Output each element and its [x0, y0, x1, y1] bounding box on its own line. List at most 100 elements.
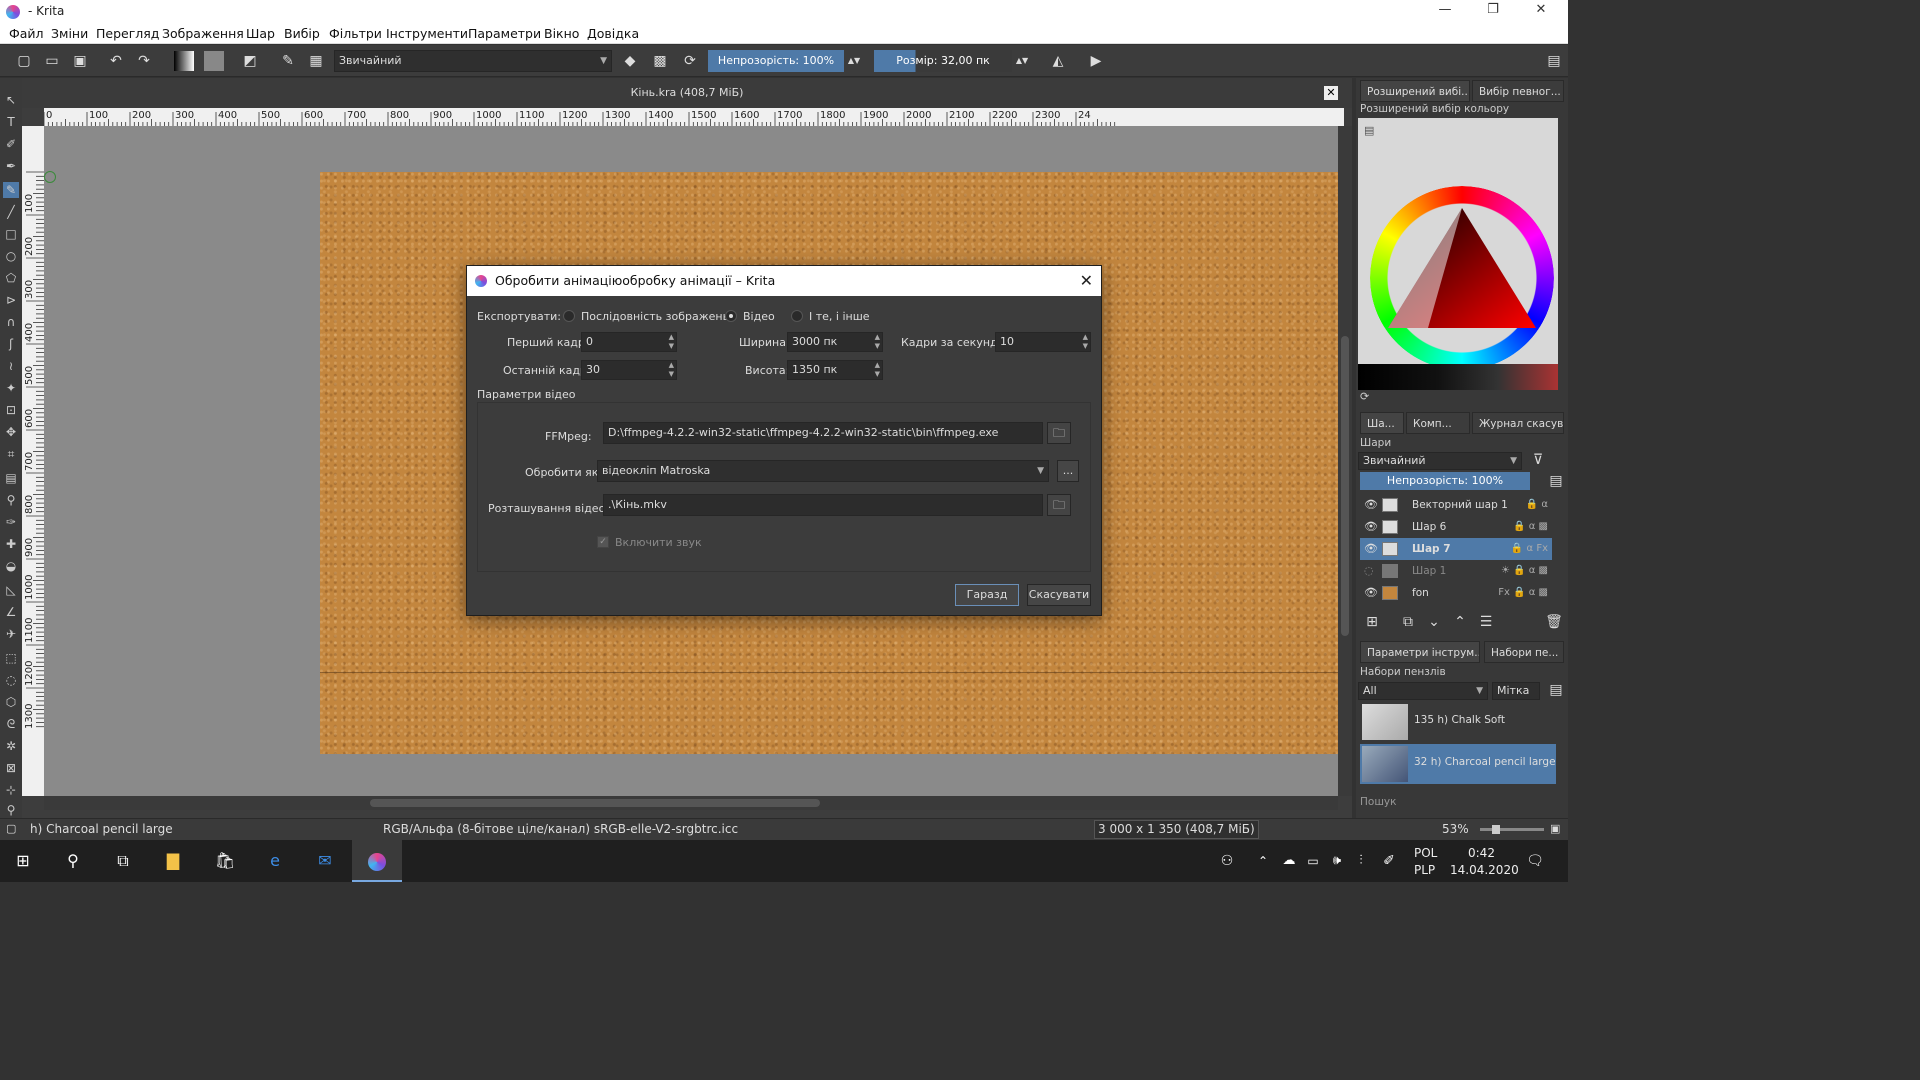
layers-blend-select[interactable]: Звичайний ▼ — [1358, 452, 1522, 470]
horizontal-scrollbar[interactable] — [44, 796, 1338, 810]
multibrush-icon[interactable]: ✦ — [3, 380, 19, 396]
file-explorer-icon[interactable]: ▇ — [160, 848, 186, 874]
ffmpeg-path-input[interactable]: D:\ffmpeg-4.2.2-win32-static\ffmpeg-4.2.… — [603, 422, 1043, 444]
alpha-lock-icon[interactable]: ▩ — [650, 51, 670, 71]
fg-bg-color-icon[interactable]: ◩ — [240, 51, 260, 71]
tab-specific-color[interactable]: Вибір певног... — [1472, 80, 1564, 102]
krita-taskbar-icon[interactable] — [352, 840, 402, 882]
layer-row[interactable]: ◌ Шар 1 ☀ 🔒 α ▩ — [1360, 560, 1552, 582]
open-document-icon[interactable]: ▭ — [42, 51, 62, 71]
layer-properties-icon[interactable]: ▤ — [1546, 471, 1566, 491]
wifi-icon[interactable]: ⫶ — [1348, 848, 1374, 874]
brush-search-input[interactable]: Пошук — [1360, 796, 1396, 808]
people-icon[interactable]: ⚇ — [1214, 848, 1240, 874]
rectangle-tool-icon[interactable]: □ — [3, 226, 19, 242]
battery-icon[interactable]: ▭ — [1300, 848, 1326, 874]
brush-preset-icon[interactable]: ✎ — [278, 51, 298, 71]
zoom-tool-icon[interactable]: ⚲ — [3, 802, 19, 818]
brush-filter-select[interactable]: All ▼ — [1358, 682, 1488, 700]
volume-icon[interactable]: 🕪 — [1324, 848, 1350, 874]
menu-settings[interactable]: Параметри — [468, 26, 541, 41]
tab-layers[interactable]: Ша... — [1360, 412, 1404, 434]
save-icon[interactable]: ▣ — [70, 51, 90, 71]
video-location-browse-button[interactable]: 🗀 — [1047, 494, 1071, 516]
fps-input[interactable]: 10 ▲ ▼ — [995, 332, 1091, 352]
search-icon[interactable]: ⚲ — [60, 848, 86, 874]
move-layer-down-icon[interactable]: ⌄ — [1424, 612, 1444, 632]
size-slider[interactable]: Розмір: 32,00 пк — [874, 50, 1012, 72]
video-location-input[interactable]: .\Кінь.mkv — [603, 494, 1043, 516]
smart-patch-icon[interactable]: ✚ — [3, 536, 19, 552]
layer-row[interactable]: 👁 Шар 6 🔒 α ▩ — [1360, 516, 1552, 538]
measure-tool-icon[interactable]: ∠ — [3, 604, 19, 620]
tab-tool-options[interactable]: Параметри інструм... — [1360, 641, 1480, 663]
bezier-tool-icon[interactable]: ∩ — [3, 314, 19, 330]
height-input[interactable]: 1350 пк ▲ ▼ — [787, 360, 883, 380]
include-audio-checkbox[interactable]: ✓ — [597, 536, 609, 548]
eraser-icon[interactable]: ◆ — [620, 51, 640, 71]
add-layer-icon[interactable]: ⊞ — [1362, 612, 1382, 632]
polygon-select-icon[interactable]: ⬡ — [3, 694, 19, 710]
move-layer-up-icon[interactable]: ⌃ — [1450, 612, 1470, 632]
close-dialog-button[interactable]: ✕ — [1080, 266, 1093, 296]
last-frame-input[interactable]: 30 ▲ ▼ — [581, 360, 677, 380]
task-view-icon[interactable]: ⧉ — [110, 848, 136, 874]
layer-lock-icon[interactable]: 🔒 α ▩ — [1513, 516, 1548, 538]
brush-settings-icon[interactable]: ▦ — [306, 51, 326, 71]
gradient-icon[interactable] — [174, 51, 194, 71]
layer-options-icon[interactable]: ☰ — [1476, 612, 1496, 632]
reload-preset-icon[interactable]: ⟳ — [680, 51, 700, 71]
dock-toggle-icon[interactable]: ▤ — [1544, 51, 1564, 71]
gradient-tool-icon[interactable]: ▤ — [3, 470, 19, 486]
contiguous-select-icon[interactable]: ✲ — [3, 738, 19, 754]
render-as-select[interactable]: відеокліп Matroska ▼ — [597, 460, 1049, 482]
windows-start-icon[interactable]: ⊞ — [10, 848, 36, 874]
layer-filter-icon[interactable]: ⊽ — [1528, 450, 1548, 470]
ellipse-select-icon[interactable]: ◌ — [3, 672, 19, 688]
mirror-vertical-icon[interactable]: ▶ — [1086, 51, 1106, 71]
menu-select[interactable]: Вибір — [284, 26, 320, 41]
tab-brush-presets[interactable]: Набори пе... — [1484, 641, 1564, 663]
eye-hidden-icon[interactable]: ◌ — [1364, 560, 1374, 582]
undo-icon[interactable]: ↶ — [106, 51, 126, 71]
mail-icon[interactable]: ✉ — [312, 848, 338, 874]
notifications-icon[interactable]: 🗨 — [1522, 848, 1548, 874]
reference-tool-icon[interactable]: ✈ — [3, 626, 19, 642]
blend-mode-select[interactable]: Звичайний ▼ — [334, 50, 612, 72]
eye-icon[interactable]: 👁 — [1364, 516, 1378, 538]
polygon-tool-icon[interactable]: ⬠ — [3, 270, 19, 286]
layer-lock-icon[interactable]: 🔒 α Fx — [1511, 538, 1548, 560]
radio-video[interactable] — [725, 310, 737, 322]
eye-icon[interactable]: 👁 — [1364, 582, 1378, 604]
crop-tool-icon[interactable]: ⌗ — [3, 446, 19, 462]
ffmpeg-browse-button[interactable]: 🗀 — [1047, 422, 1071, 444]
fullscreen-icon[interactable]: ▣ — [1550, 822, 1560, 835]
ellipse-tool-icon[interactable]: ○ — [3, 248, 19, 264]
stepper-icon[interactable]: ▲ ▼ — [875, 361, 880, 379]
clock-time[interactable]: 0:42 — [1468, 846, 1495, 860]
eye-icon[interactable]: 👁 — [1364, 538, 1378, 560]
menu-edit[interactable]: Зміни — [51, 26, 88, 41]
menu-view[interactable]: Перегляд — [96, 26, 159, 41]
stepper-icon[interactable]: ▲ ▼ — [669, 333, 674, 351]
language-secondary[interactable]: PLP — [1414, 863, 1435, 877]
stepper-icon[interactable]: ▲ ▼ — [1083, 333, 1088, 351]
brush-preset-item-selected[interactable]: 32 h) Charcoal pencil large — [1360, 744, 1556, 784]
maximize-button[interactable]: ❐ — [1478, 2, 1508, 22]
delete-layer-icon[interactable]: 🗑 — [1544, 612, 1564, 632]
layer-row[interactable]: 👁 Векторний шар 1 🔒 α — [1360, 494, 1552, 516]
menu-tools[interactable]: Інструменти — [386, 26, 468, 41]
layers-opacity-slider[interactable]: Непрозорість: 100% — [1360, 472, 1530, 490]
transform-tool-icon[interactable]: ⊡ — [3, 402, 19, 418]
layer-lock-icon[interactable]: ☀ 🔒 α ▩ — [1501, 560, 1548, 582]
radio-image-sequence[interactable] — [563, 310, 575, 322]
color-history-strip[interactable] — [1358, 364, 1558, 390]
stepper-icon[interactable]: ▲ ▼ — [669, 361, 674, 379]
ok-button[interactable]: Гаразд — [955, 584, 1019, 606]
tab-compositions[interactable]: Комп... — [1406, 412, 1470, 434]
horizontal-scroll-thumb[interactable] — [370, 799, 820, 807]
color-wheel[interactable] — [1368, 182, 1556, 378]
menu-help[interactable]: Довідка — [587, 26, 639, 41]
menu-filters[interactable]: Фільтри — [329, 26, 382, 41]
chevron-up-icon[interactable]: ⌃ — [1250, 848, 1276, 874]
